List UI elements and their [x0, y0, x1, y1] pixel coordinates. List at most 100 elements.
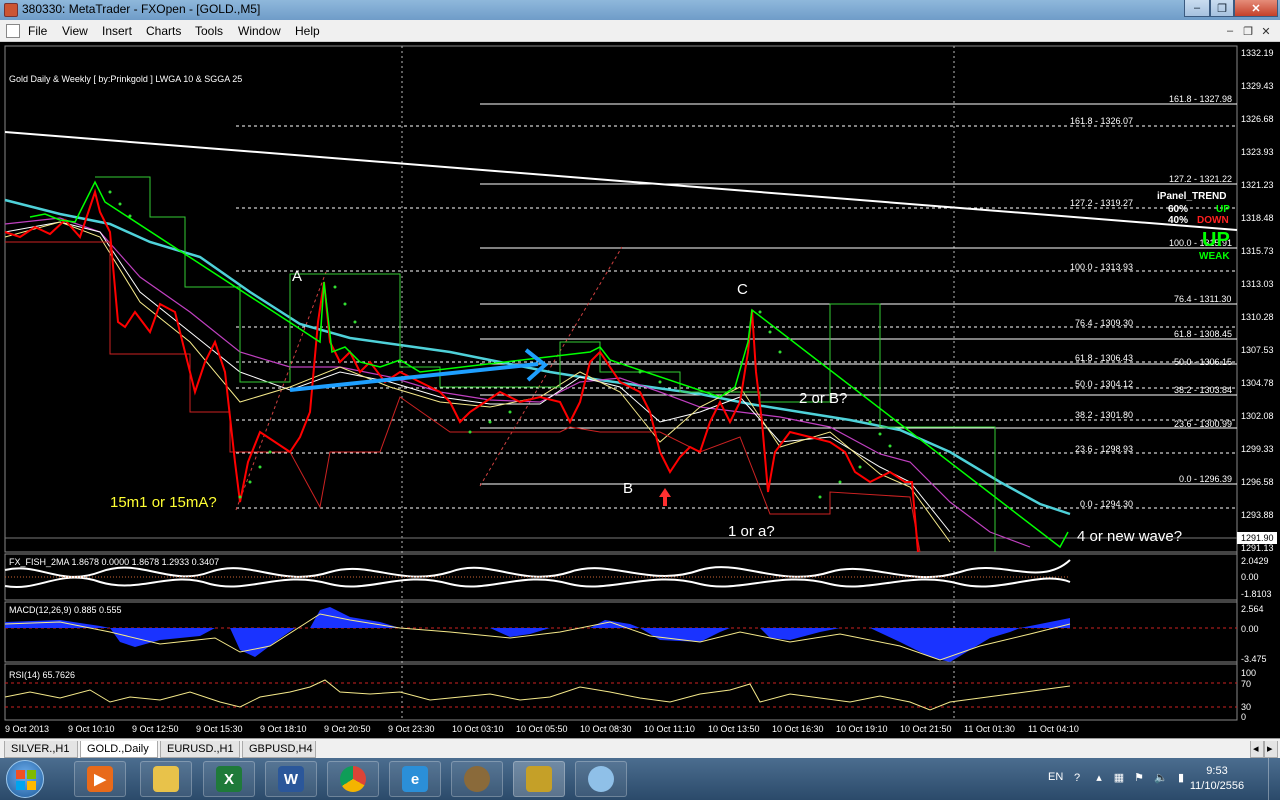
time-tick: 9 Oct 10:10: [68, 724, 115, 734]
menu-view[interactable]: View: [62, 24, 88, 38]
price-tick: 1291.13: [1241, 543, 1274, 553]
network-icon[interactable]: ▦: [1112, 771, 1126, 785]
fib-label: 0.0 - 1294.30: [1080, 499, 1133, 509]
metatrader-app-icon: [4, 3, 18, 17]
minimize-button[interactable]: ‒: [1184, 0, 1210, 17]
fib-label: 100.0 - 1313.93: [1070, 262, 1133, 272]
price-tick: 1296.58: [1241, 477, 1274, 487]
clock-date[interactable]: 11/10/2556: [1182, 780, 1252, 792]
wave-label-4-or-new: 4 or new wave?: [1077, 528, 1182, 545]
flag-icon[interactable]: ⚑: [1132, 771, 1146, 785]
time-tick: 9 Oct 15:30: [196, 724, 243, 734]
ipanel-down: DOWN: [1197, 215, 1229, 226]
time-tick: 9 Oct 12:50: [132, 724, 179, 734]
price-tick: 1326.68: [1241, 114, 1274, 124]
taskbar-media-player[interactable]: ▶: [74, 761, 126, 797]
time-tick: 10 Oct 21:50: [900, 724, 952, 734]
price-tick: 1299.33: [1241, 444, 1274, 454]
time-tick: 9 Oct 23:30: [388, 724, 435, 734]
fib-label: 161.8 - 1326.07: [1070, 116, 1133, 126]
taskbar-explorer[interactable]: [140, 761, 192, 797]
windows-logo-icon: [16, 770, 25, 779]
fib-label: 61.8 - 1306.43: [1075, 353, 1133, 363]
fib-label: 50.0 - 1306.15: [1174, 357, 1232, 367]
price-tick: 1307.53: [1241, 345, 1274, 355]
time-tick: 11 Oct 04:10: [1028, 724, 1079, 734]
language-indicator[interactable]: EN: [1048, 771, 1063, 783]
chrome-icon: [340, 766, 366, 792]
time-tick: 11 Oct 01:30: [964, 724, 1015, 734]
time-tick: 9 Oct 2013: [5, 724, 49, 734]
price-tick: 1321.23: [1241, 180, 1274, 190]
rsi-panel: RSI(14) 65.7626 100 70 30 0: [4, 668, 1256, 722]
ipanel-title: iPanel_TREND: [1157, 191, 1226, 202]
price-chart[interactable]: Gold Daily & Weekly [ by:Prinkgold ] LWG…: [0, 42, 1280, 738]
fib-label: 0.0 - 1296.39: [1179, 474, 1232, 484]
child-restore-button[interactable]: ❐: [1240, 23, 1256, 39]
ipanel-big-up: UP: [1202, 229, 1230, 251]
tab-silver-h1[interactable]: SILVER.,H1: [4, 741, 78, 758]
fisher-tick: -1.8103: [1241, 589, 1272, 599]
rsi-tick: 70: [1241, 679, 1251, 689]
time-tick: 10 Oct 03:10: [452, 724, 504, 734]
rsi-tick: 100: [1241, 668, 1256, 678]
macd-panel: MACD(12,26,9) 0.885 0.555 2.564 0.00 -3.…: [4, 604, 1267, 664]
time-tick: 10 Oct 11:10: [644, 724, 695, 734]
start-button[interactable]: [6, 760, 44, 798]
fib-label: 38.2 - 1303.84: [1174, 385, 1232, 395]
help-icon[interactable]: ?: [1070, 771, 1084, 785]
tab-eurusd-h1[interactable]: EURUSD.,H1: [160, 741, 240, 758]
tab-scroll-right-icon[interactable]: ▸: [1264, 741, 1278, 758]
taskbar-ie[interactable]: e: [389, 761, 441, 797]
rsi-tick: 0: [1241, 712, 1246, 722]
system-tray: EN ? ▴ ▦ ⚑ 🔈 ▮ 9:53 11/10/2556: [1030, 758, 1280, 800]
fib-label: 61.8 - 1308.45: [1174, 329, 1232, 339]
tab-gold-daily[interactable]: GOLD.,Daily: [80, 741, 158, 758]
windows-taskbar: ▶ X W e EN ? ▴ ▦ ⚑ 🔈 ▮ 9:53 11/10/2556: [0, 758, 1280, 800]
taskbar-chrome[interactable]: [327, 761, 379, 797]
taskbar-paint[interactable]: [575, 761, 627, 797]
title-bar[interactable]: 380330: MetaTrader - FXOpen - [GOLD.,M5]…: [0, 0, 1280, 20]
tab-gbpusd-h4[interactable]: GBPUSD,H4: [242, 741, 316, 758]
chart-tabs: SILVER.,H1 GOLD.,Daily EURUSD.,H1 GBPUSD…: [0, 738, 1280, 758]
metatrader-icon: [526, 766, 552, 792]
window-title: 380330: MetaTrader - FXOpen - [GOLD.,M5]: [22, 2, 261, 16]
wave-label-a: A: [292, 268, 302, 285]
menu-insert[interactable]: Insert: [102, 24, 132, 38]
menu-help[interactable]: Help: [295, 24, 320, 38]
close-button[interactable]: ✕: [1234, 0, 1278, 17]
taskbar-word[interactable]: W: [265, 761, 317, 797]
price-tick: 1293.88: [1241, 510, 1274, 520]
tab-scroll-left-icon[interactable]: ◂: [1250, 741, 1264, 758]
ipanel-up: UP: [1216, 204, 1230, 215]
fisher-tick: 2.0429: [1241, 556, 1269, 566]
menu-charts[interactable]: Charts: [146, 24, 181, 38]
child-minimize-button[interactable]: ‒: [1222, 23, 1238, 39]
price-tick: 1318.48: [1241, 213, 1274, 223]
menu-window[interactable]: Window: [238, 24, 281, 38]
volume-icon[interactable]: 🔈: [1154, 771, 1168, 785]
ma-white-line: [4, 221, 951, 533]
taskbar-excel[interactable]: X: [203, 761, 255, 797]
macd-label: MACD(12,26,9) 0.885 0.555: [9, 605, 122, 615]
taskbar-app-lion[interactable]: [451, 761, 503, 797]
maximize-button[interactable]: ❐: [1210, 0, 1234, 17]
rsi-tick: 30: [1241, 702, 1251, 712]
price-tick: 1323.93: [1241, 147, 1274, 157]
child-close-button[interactable]: ✕: [1258, 23, 1274, 39]
show-desktop-button[interactable]: [1268, 758, 1280, 800]
menu-tools[interactable]: Tools: [195, 24, 223, 38]
time-tick: 9 Oct 18:10: [260, 724, 307, 734]
time-tick: 10 Oct 05:50: [516, 724, 568, 734]
clock-time[interactable]: 9:53: [1182, 765, 1252, 777]
ipanel-weak: WEAK: [1199, 251, 1230, 262]
long-trend-line: [4, 131, 1238, 231]
chart-window[interactable]: Gold Daily & Weekly [ by:Prinkgold ] LWG…: [0, 42, 1280, 738]
taskbar-metatrader[interactable]: [513, 761, 565, 797]
wave-label-1-or-a: 1 or a?: [728, 523, 775, 540]
ipanel-up-pct: 60%: [1168, 204, 1188, 215]
show-hidden-icons-icon[interactable]: ▴: [1092, 771, 1106, 785]
wave-label-b: B: [623, 480, 633, 497]
menu-bar: File View Insert Charts Tools Window Hel…: [0, 20, 1280, 42]
menu-file[interactable]: File: [28, 24, 47, 38]
